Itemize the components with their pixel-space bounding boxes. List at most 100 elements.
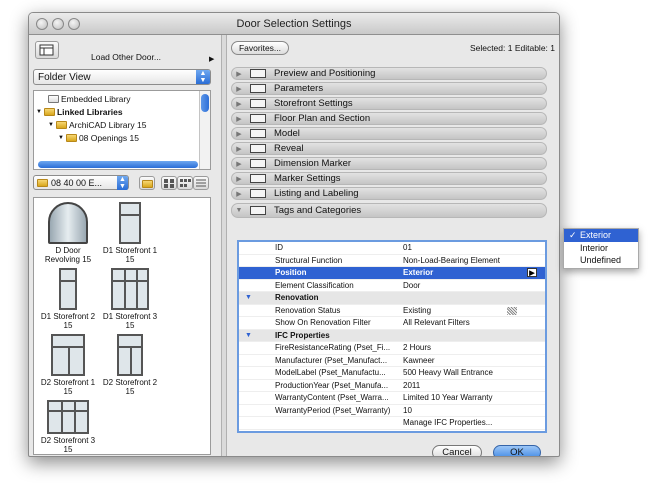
property-value[interactable]: Exterior — [403, 268, 433, 277]
table-row[interactable]: Renovation Status Existing — [239, 305, 545, 317]
panel-marker-settings[interactable]: ▶ Marker Settings — [231, 172, 547, 185]
manage-ifc-properties-button[interactable]: Manage IFC Properties... — [403, 418, 492, 427]
view-mode-button[interactable] — [35, 41, 59, 59]
property-value[interactable]: 500 Heavy Wall Entrance — [403, 368, 493, 377]
disclosure-triangle-icon[interactable]: ▶ — [232, 115, 246, 123]
panel-reveal[interactable]: ▶ Reveal — [231, 142, 547, 155]
menu-item-exterior[interactable]: ✓ Exterior — [564, 229, 638, 242]
table-row[interactable]: ProductionYear (Pset_Manufa... 2011 — [239, 380, 545, 392]
table-row[interactable]: ID 01 — [239, 242, 545, 255]
table-row[interactable]: Manage IFC Properties... — [239, 417, 545, 430]
panel-parameters[interactable]: ▶ Parameters — [231, 82, 547, 95]
cancel-button[interactable]: Cancel — [432, 445, 482, 456]
property-name: ModelLabel (Pset_Manufactu... — [275, 368, 386, 378]
disclosure-triangle-icon[interactable]: ▶ — [232, 100, 246, 108]
table-row[interactable]: Structural Function Non-Load-Bearing Elem… — [239, 255, 545, 267]
panel-floor-plan-and-section[interactable]: ▶ Floor Plan and Section — [231, 112, 547, 125]
property-value[interactable]: Kawneer — [403, 356, 435, 365]
table-section-header[interactable]: ▼ Renovation — [239, 292, 545, 305]
popup-arrows-icon: ▲ ▼ — [196, 70, 210, 84]
library-item-d2-storefront-3[interactable]: D2 Storefront 3 15 — [38, 400, 98, 454]
view-select[interactable]: Folder View ▲ ▼ — [33, 69, 211, 85]
tree-item-archicad-library[interactable]: ▼ ArchiCAD Library 15 — [48, 118, 146, 131]
title-bar[interactable]: Door Selection Settings — [29, 13, 559, 35]
library-tree[interactable]: Embedded Library ▼ Linked Libraries ▼ Ar… — [33, 90, 211, 170]
tree-item-embedded-library[interactable]: Embedded Library — [48, 92, 130, 105]
large-icons-icon — [164, 179, 174, 188]
load-menu-arrow-icon[interactable]: ▶ — [209, 55, 214, 63]
table-row[interactable]: ModelLabel (Pset_Manufactu... 500 Heavy W… — [239, 367, 545, 380]
disclosure-triangle-icon[interactable]: ▶ — [232, 130, 246, 138]
tree-item-linked-libraries[interactable]: ▼ Linked Libraries — [36, 105, 123, 118]
table-row-selected[interactable]: Position Exterior ▶ — [239, 267, 545, 280]
table-row[interactable]: WarrantyPeriod (Pset_Warranty) 10 — [239, 405, 545, 417]
property-value[interactable]: 10 — [403, 406, 412, 415]
tree-item-openings[interactable]: ▼ 08 Openings 15 — [58, 131, 139, 144]
small-icons-button[interactable] — [177, 176, 193, 190]
property-name: Structural Function — [275, 255, 343, 265]
scrollbar-thumb[interactable] — [201, 94, 209, 112]
storefront-settings-icon — [250, 99, 266, 108]
panel-preview-and-positioning[interactable]: ▶ Preview and Positioning — [231, 67, 547, 80]
property-value[interactable]: All Relevant Filters — [403, 318, 470, 327]
panel-tags-and-categories[interactable]: ▼ Tags and Categories — [231, 203, 547, 218]
folder-select[interactable]: 08 40 00 E... ▲ ▼ — [33, 175, 129, 190]
new-folder-button[interactable] — [139, 176, 155, 190]
property-value[interactable]: Door — [403, 281, 420, 290]
panel-listing-and-labeling[interactable]: ▶ Listing and Labeling — [231, 187, 547, 200]
disclosure-triangle-icon[interactable]: ▶ — [232, 160, 246, 168]
disclosure-triangle-icon[interactable]: ▼ — [58, 135, 64, 141]
tree-vertical-scrollbar[interactable] — [199, 91, 210, 169]
panel-model[interactable]: ▶ Model — [231, 127, 547, 140]
section-label: IFC Properties — [275, 330, 330, 340]
checkmark-icon: ✓ — [569, 230, 577, 240]
menu-item-interior[interactable]: Interior — [564, 242, 638, 255]
panel-dimension-marker[interactable]: ▶ Dimension Marker — [231, 157, 547, 170]
property-value[interactable]: Non-Load-Bearing Element — [403, 256, 500, 265]
library-item-d-door-revolving[interactable]: D Door Revolving 15 — [38, 202, 98, 264]
table-row[interactable]: Manufacturer (Pset_Manufact... Kawneer — [239, 355, 545, 367]
disclosure-triangle-icon[interactable]: ▶ — [232, 70, 246, 78]
property-value[interactable]: 2011 — [403, 381, 420, 390]
section-triangle-icon[interactable]: ▼ — [245, 294, 252, 301]
disclosure-triangle-open-icon[interactable]: ▼ — [232, 207, 246, 214]
section-triangle-icon[interactable]: ▼ — [245, 332, 252, 339]
table-row[interactable]: Show On Renovation Filter All Relevant Fi… — [239, 317, 545, 330]
popup-arrow-icon[interactable]: ▶ — [527, 268, 537, 277]
panel-storefront-settings[interactable]: ▶ Storefront Settings — [231, 97, 547, 110]
property-name: Element Classification — [275, 280, 354, 290]
property-value[interactable]: Limited 10 Year Warranty — [403, 393, 493, 402]
library-item-d1-storefront-3[interactable]: D1 Storefront 3 15 — [100, 268, 160, 330]
disclosure-triangle-icon[interactable]: ▶ — [232, 190, 246, 198]
library-item-d1-storefront-2[interactable]: D1 Storefront 2 15 — [38, 268, 98, 330]
tree-horizontal-scrollbar[interactable] — [38, 161, 198, 168]
position-popup-menu[interactable]: ✓ Exterior Interior Undefined — [563, 228, 639, 269]
tags-and-categories-table[interactable]: ID 01 Structural Function Non-Load-Bearing… — [237, 240, 547, 433]
library-item-gallery[interactable]: D Door Revolving 15 D1 Storefront 1 15 D… — [33, 197, 211, 455]
ok-button[interactable]: OK — [493, 445, 541, 456]
disclosure-triangle-icon[interactable]: ▶ — [232, 145, 246, 153]
disclosure-triangle-icon[interactable]: ▼ — [36, 109, 42, 115]
property-value[interactable]: 01 — [403, 243, 412, 252]
library-item-d2-storefront-1[interactable]: D2 Storefront 1 15 — [38, 334, 98, 396]
table-row[interactable]: WarrantyContent (Pset_Warra... Limited 10… — [239, 392, 545, 405]
table-section-header[interactable]: ▼ IFC Properties — [239, 329, 545, 342]
table-row[interactable]: FireResistanceRating (Pset_Fi... 2 Hours — [239, 342, 545, 355]
library-item-d2-storefront-2[interactable]: D2 Storefront 2 15 — [100, 334, 160, 396]
item-label: D Door Revolving 15 — [44, 246, 92, 264]
disclosure-triangle-icon[interactable]: ▼ — [48, 122, 54, 128]
large-icons-button[interactable] — [161, 176, 177, 190]
folder-icon — [65, 133, 77, 142]
storefront-door-thumbnail — [47, 400, 89, 434]
menu-item-undefined[interactable]: Undefined — [564, 254, 638, 267]
table-row[interactable]: Element Classification Door — [239, 280, 545, 292]
property-value[interactable]: 2 Hours — [403, 343, 431, 352]
library-item-d1-storefront-1[interactable]: D1 Storefront 1 15 — [100, 202, 160, 264]
property-value[interactable]: Existing — [403, 306, 431, 315]
favorites-button[interactable]: Favorites... — [231, 41, 289, 55]
grid-view-icon — [39, 44, 54, 56]
disclosure-triangle-icon[interactable]: ▶ — [232, 85, 246, 93]
list-view-button[interactable] — [193, 176, 209, 190]
disclosure-triangle-icon[interactable]: ▶ — [232, 175, 246, 183]
load-other-door-button[interactable]: Load Other Door... — [87, 51, 205, 65]
